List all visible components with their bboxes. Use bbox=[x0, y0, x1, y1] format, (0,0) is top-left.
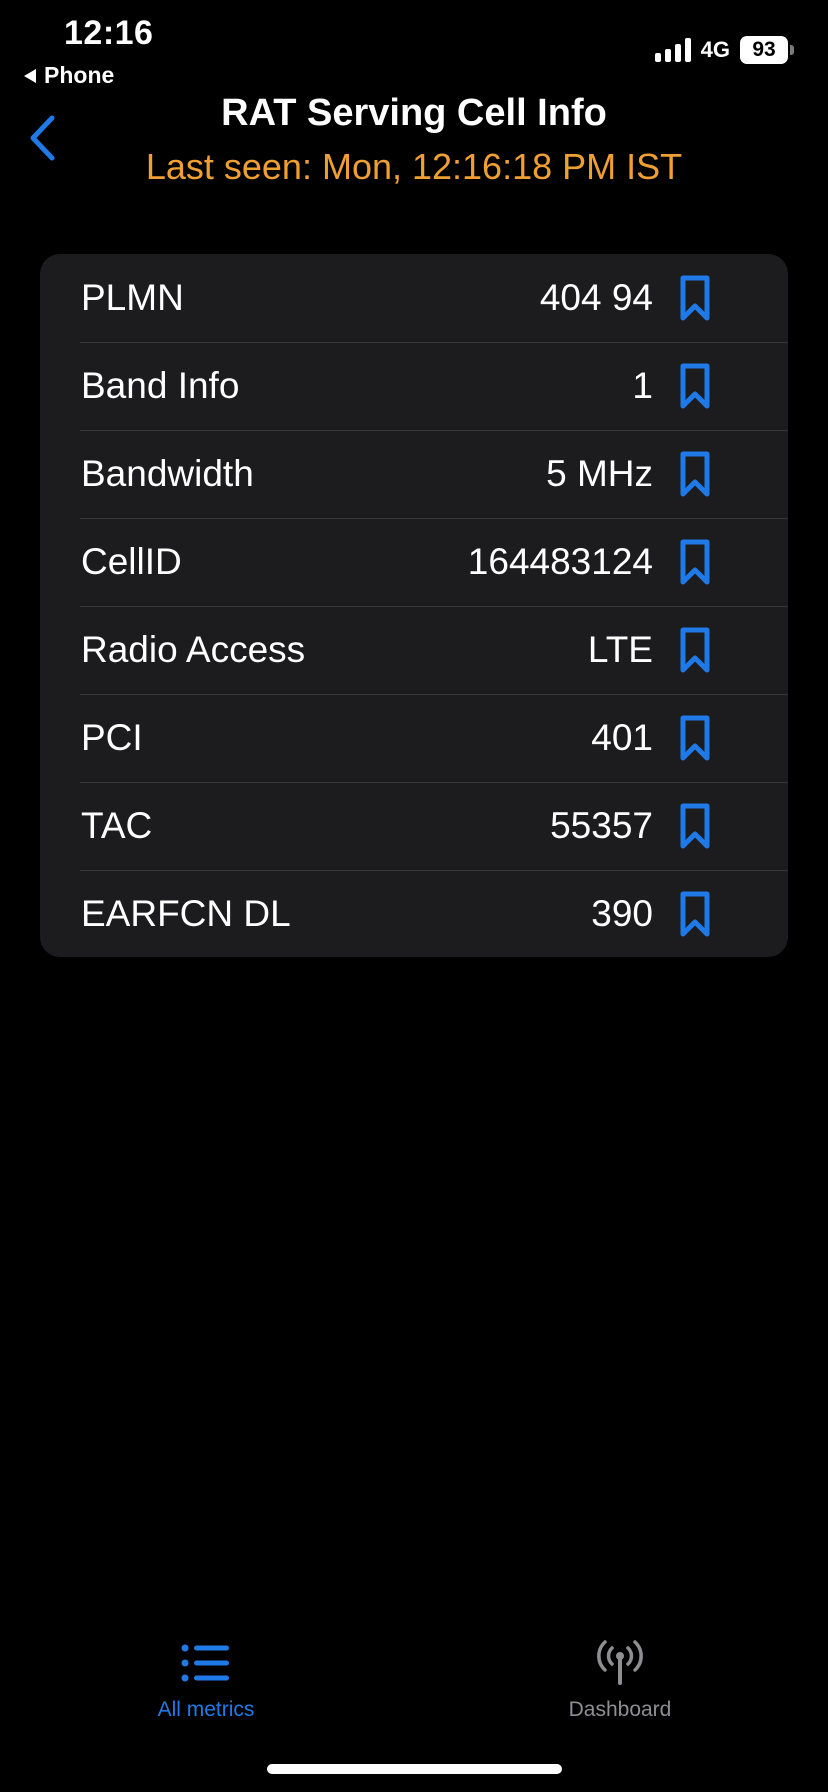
bookmark-icon bbox=[680, 539, 710, 585]
status-time: 12:16 bbox=[64, 14, 154, 52]
row-label: Bandwidth bbox=[81, 453, 254, 494]
row-label: EARFCN DL bbox=[81, 893, 291, 934]
info-row-plmn: PLMN 404 94 bbox=[40, 254, 788, 342]
bookmark-button[interactable] bbox=[675, 712, 715, 764]
bookmark-button[interactable] bbox=[675, 360, 715, 412]
network-type: 4G bbox=[700, 37, 730, 62]
row-value: 401 bbox=[591, 717, 653, 758]
back-app-label: Phone bbox=[44, 62, 115, 88]
bookmark-icon bbox=[680, 715, 710, 761]
bookmark-icon bbox=[680, 275, 710, 321]
list-icon bbox=[181, 1644, 229, 1682]
row-value: 1 bbox=[632, 365, 653, 406]
bookmark-button[interactable] bbox=[675, 624, 715, 676]
bookmark-button[interactable] bbox=[675, 448, 715, 500]
info-row-radio-access: Radio Access LTE bbox=[40, 606, 788, 694]
battery-icon: 93 bbox=[740, 36, 794, 64]
row-label: PLMN bbox=[81, 277, 184, 318]
bookmark-icon bbox=[680, 627, 710, 673]
info-row-pci: PCI 401 bbox=[40, 694, 788, 782]
home-indicator[interactable] bbox=[267, 1764, 562, 1774]
info-row-earfcn-dl: EARFCN DL 390 bbox=[40, 870, 788, 957]
row-value: 55357 bbox=[550, 805, 653, 846]
row-label: Radio Access bbox=[81, 629, 306, 670]
info-row-bandwidth: Bandwidth 5 MHz bbox=[40, 430, 788, 518]
bookmark-icon bbox=[680, 891, 710, 937]
tab-label: All metrics bbox=[157, 1698, 255, 1721]
antenna-icon bbox=[597, 1640, 643, 1685]
bookmark-button[interactable] bbox=[675, 536, 715, 588]
back-triangle-icon bbox=[24, 68, 36, 83]
row-label: CellID bbox=[81, 541, 182, 582]
screen: 12:16 Phone 4G 93 RAT Serving Cell Info … bbox=[0, 0, 828, 1792]
tab-label: Dashboard bbox=[568, 1698, 672, 1721]
info-row-tac: TAC 55357 bbox=[40, 782, 788, 870]
info-row-band-info: Band Info 1 bbox=[40, 342, 788, 430]
bookmark-button[interactable] bbox=[675, 272, 715, 324]
bookmark-icon bbox=[680, 451, 710, 497]
tab-dashboard[interactable]: Dashboard bbox=[520, 1636, 720, 1722]
cell-info-card: PLMN 404 94 Band Info 1 Bandwidth 5 MHz … bbox=[40, 254, 788, 957]
bookmark-icon bbox=[680, 363, 710, 409]
last-seen-subtitle: Last seen: Mon, 12:16:18 PM IST bbox=[145, 146, 683, 187]
row-value: 5 MHz bbox=[546, 453, 653, 494]
status-indicators: 4G 93 bbox=[654, 36, 794, 64]
row-label: TAC bbox=[81, 805, 153, 846]
bookmark-button[interactable] bbox=[675, 888, 715, 940]
row-value: 404 94 bbox=[539, 277, 653, 318]
cellular-signal-icon bbox=[654, 38, 691, 62]
page-title: RAT Serving Cell Info bbox=[221, 92, 607, 134]
row-value: 164483124 bbox=[467, 541, 653, 582]
bookmark-icon bbox=[680, 803, 710, 849]
row-label: Band Info bbox=[81, 365, 240, 406]
bookmark-button[interactable] bbox=[675, 800, 715, 852]
row-value: LTE bbox=[587, 629, 653, 670]
back-to-app-link[interactable]: Phone bbox=[24, 62, 114, 89]
tab-all-metrics[interactable]: All metrics bbox=[106, 1636, 306, 1722]
row-label: PCI bbox=[81, 717, 143, 758]
row-value: 390 bbox=[591, 893, 653, 934]
battery-level: 93 bbox=[740, 36, 788, 64]
info-row-cellid: CellID 164483124 bbox=[40, 518, 788, 606]
